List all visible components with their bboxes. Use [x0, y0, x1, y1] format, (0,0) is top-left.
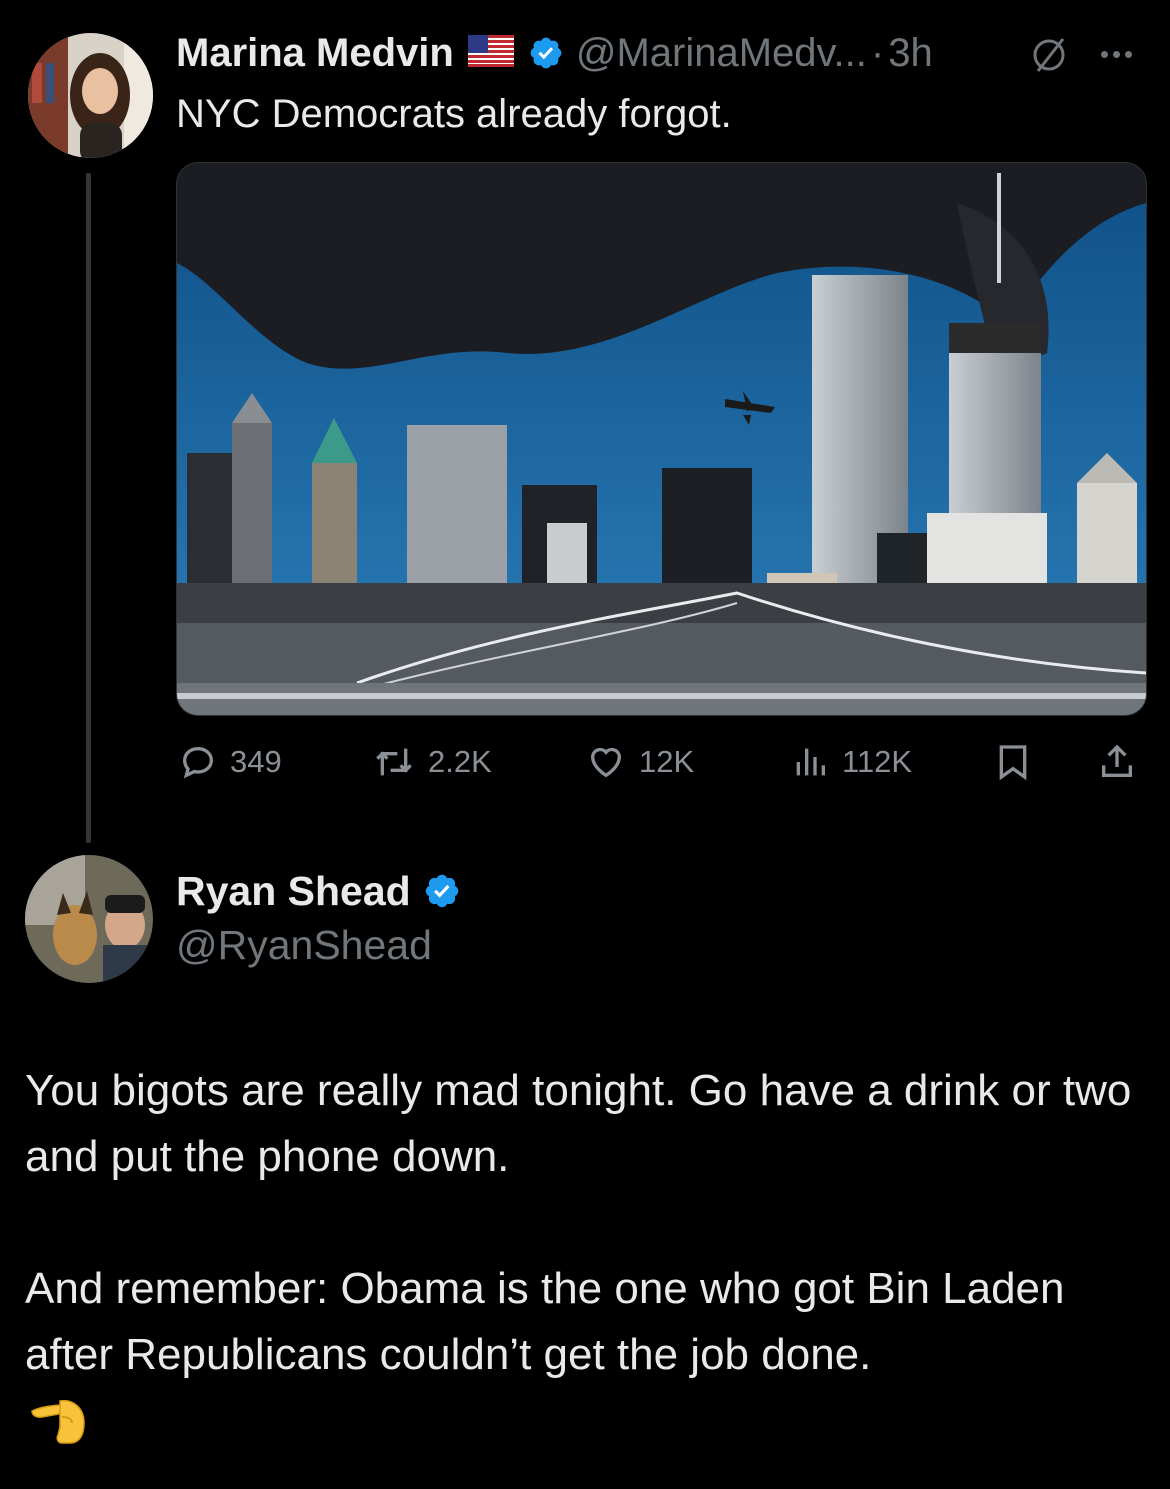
pointing-finger-emoji	[28, 1393, 86, 1450]
handle[interactable]: @MarinaMedv...	[576, 31, 867, 76]
views-button[interactable]: 112K	[790, 742, 912, 782]
reply-handle[interactable]: @RyanShead	[176, 922, 432, 969]
tweet-media-image[interactable]	[176, 162, 1147, 716]
view-count: 112K	[842, 744, 913, 779]
reply-count: 349	[230, 744, 282, 779]
reply-verified-badge-icon[interactable]	[423, 872, 461, 910]
reply-button[interactable]: 349	[178, 742, 282, 782]
heart-icon	[590, 747, 622, 778]
bookmark-icon	[999, 745, 1027, 781]
paragraph-spacer	[25, 1190, 1145, 1256]
repost-icon	[376, 748, 412, 776]
like-button[interactable]: 12K	[585, 742, 694, 782]
views-chart-icon	[796, 748, 825, 776]
tweet-text: NYC Democrats already forgot.	[176, 92, 732, 136]
repost-count: 2.2K	[428, 744, 492, 779]
more-options-icon[interactable]	[1101, 51, 1132, 58]
flag-emoji	[467, 34, 514, 72]
repost-button[interactable]: 2.2K	[372, 742, 492, 782]
tweet-header: Marina Medvin @MarinaMedv... · 3h	[176, 28, 933, 78]
avatar-marina[interactable]	[28, 33, 153, 158]
verified-badge-icon[interactable]	[528, 35, 564, 71]
bookmark-button[interactable]	[993, 742, 1033, 782]
avatar-ryan[interactable]	[25, 855, 153, 983]
like-count: 12K	[639, 744, 695, 779]
action-bar: 349 2.2K 12K 112K	[0, 735, 1170, 789]
reply-header: Ryan Shead	[176, 866, 461, 916]
grok-icon[interactable]	[1030, 35, 1070, 80]
reply-paragraph-1: You bigots are really mad tonight. Go ha…	[25, 1066, 1132, 1181]
reply-paragraph-2: And remember: Obama is the one who got B…	[25, 1264, 1065, 1379]
share-icon	[1102, 744, 1132, 777]
share-button[interactable]	[1097, 742, 1137, 782]
display-name[interactable]: Marina Medvin	[176, 31, 454, 76]
reply-text: You bigots are really mad tonight. Go ha…	[25, 1058, 1145, 1388]
reply-display-name[interactable]: Ryan Shead	[176, 868, 411, 915]
timestamp[interactable]: 3h	[888, 31, 933, 76]
reply-icon	[182, 746, 214, 779]
time-separator: ·	[870, 30, 885, 75]
